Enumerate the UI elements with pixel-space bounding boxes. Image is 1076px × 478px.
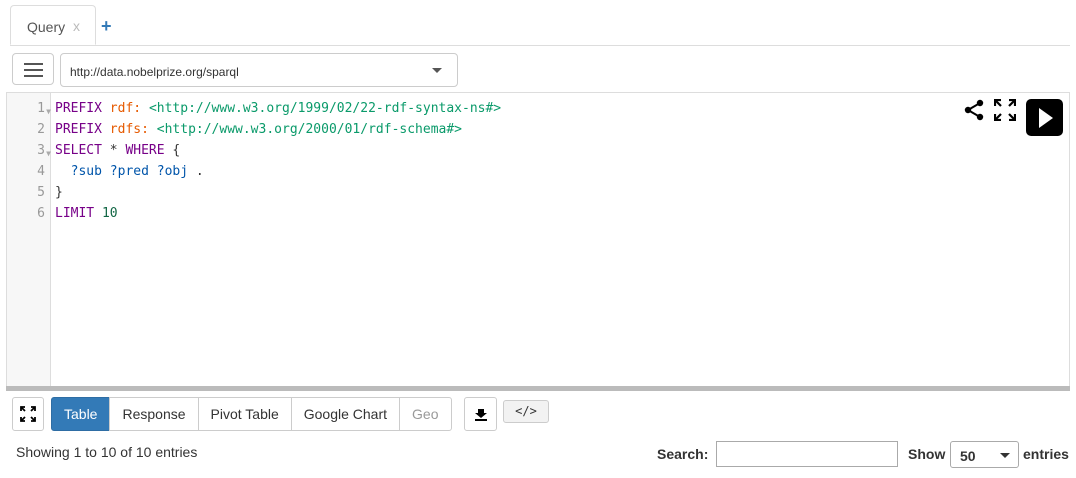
tab-response[interactable]: Response	[109, 397, 199, 431]
search-label: Search:	[657, 446, 709, 462]
menu-button[interactable]	[12, 53, 54, 85]
table-info: Showing 1 to 10 of 10 entries	[16, 444, 198, 460]
code-token: 10	[101, 206, 118, 221]
code-token: LIMIT	[55, 206, 95, 221]
search-input[interactable]	[716, 441, 898, 467]
results-fullscreen-button[interactable]	[12, 397, 44, 431]
code-line[interactable]: SELECT * WHERE {	[55, 140, 501, 161]
code-token: SELECT	[55, 143, 102, 158]
tab-geo[interactable]: Geo	[399, 397, 452, 431]
code-token: PREFIX	[55, 122, 102, 137]
entries-label: entries	[1023, 446, 1069, 462]
code-token: WHERE	[125, 143, 165, 158]
embed-code-button[interactable]: </>	[503, 400, 549, 423]
line-number: 5	[37, 185, 45, 200]
menu-icon	[24, 63, 43, 65]
code-token: PREFIX	[55, 101, 102, 116]
tab-query-label: Query	[27, 19, 66, 35]
tab-google-chart[interactable]: Google Chart	[290, 397, 401, 431]
tab-table[interactable]: Table	[51, 397, 111, 431]
editor-resize-handle[interactable]	[6, 386, 1070, 391]
menu-icon-bar	[24, 69, 43, 71]
code-token: ?sub	[70, 164, 102, 179]
code-line[interactable]: PREFIX rdf: <http://www.w3.org/1999/02/2…	[55, 98, 501, 119]
page-size-select[interactable]: 50	[950, 441, 1019, 468]
tab-pivot-table[interactable]: Pivot Table	[197, 397, 292, 431]
endpoint-select[interactable]: http://data.nobelprize.org/sparql	[60, 53, 458, 87]
code-token: rdfs:	[109, 122, 149, 137]
run-query-button[interactable]	[1026, 99, 1063, 136]
chevron-down-icon	[432, 68, 442, 73]
add-tab-button[interactable]: +	[101, 16, 112, 36]
fullscreen-icon	[20, 406, 36, 422]
tab-close-icon[interactable]: x	[73, 18, 80, 34]
line-number: 6	[37, 206, 45, 221]
download-button[interactable]	[464, 397, 497, 431]
query-code[interactable]: PREFIX rdf: <http://www.w3.org/1999/02/2…	[55, 98, 501, 224]
line-number: 3 ▼	[7, 140, 51, 161]
code-token: <http://www.w3.org/1999/02/22-rdf-syntax…	[148, 101, 502, 116]
line-number: 4	[37, 164, 45, 179]
show-label: Show	[908, 446, 946, 462]
line-number: 2	[37, 122, 45, 137]
code-token: *	[101, 143, 126, 158]
fullscreen-icon[interactable]	[994, 99, 1016, 121]
code-token: .	[188, 164, 204, 179]
code-token: <http://www.w3.org/2000/01/rdf-schema#>	[156, 122, 463, 137]
fold-arrow-icon[interactable]: ▼	[46, 101, 51, 122]
line-number: 1 ▼	[7, 98, 51, 119]
play-icon	[1039, 108, 1053, 128]
tab-query[interactable]: Query x	[10, 5, 96, 45]
download-icon	[475, 409, 487, 421]
menu-icon-bar	[24, 75, 43, 77]
endpoint-value: http://data.nobelprize.org/sparql	[70, 65, 239, 79]
code-token: {	[164, 143, 181, 158]
code-token: }	[55, 185, 63, 200]
code-token: ?obj	[156, 164, 189, 179]
query-editor[interactable]: 1 ▼ 2 3 ▼ 4 5 6 PREFIX rdf: <http://www.w3…	[6, 92, 1070, 388]
fold-arrow-icon[interactable]: ▼	[46, 143, 51, 164]
chevron-down-icon	[1000, 453, 1010, 458]
page-size-value: 50	[960, 448, 976, 464]
result-view-tabs: Table Response Pivot Table Google Chart …	[51, 397, 452, 431]
share-icon[interactable]	[963, 99, 985, 121]
code-line[interactable]: ?sub ?pred ?obj .	[55, 161, 501, 182]
code-token: ?pred	[109, 164, 149, 179]
code-line[interactable]: LIMIT 10	[55, 203, 501, 224]
code-token: rdf:	[109, 101, 142, 116]
tab-bar-divider	[10, 45, 1070, 46]
query-tab-bar: Query x +	[0, 0, 1070, 46]
line-number-gutter: 1 ▼ 2 3 ▼ 4 5 6	[7, 93, 51, 387]
code-line[interactable]: PREFIX rdfs: <http://www.w3.org/2000/01/…	[55, 119, 501, 140]
code-line[interactable]: }	[55, 182, 501, 203]
